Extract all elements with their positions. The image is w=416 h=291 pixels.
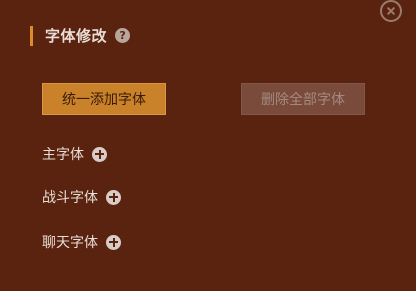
title-accent-bar [30, 25, 33, 46]
font-row-main: 主字体 [42, 144, 107, 164]
plus-circle-icon[interactable] [92, 146, 107, 162]
panel-header: 字体修改 ? [30, 25, 131, 46]
font-settings-panel: 字体修改 ? 统一添加字体 删除全部字体 主字体 战斗字体 聊天字体 [0, 0, 416, 291]
delete-all-fonts-button[interactable]: 删除全部字体 [241, 83, 365, 115]
font-row-label: 聊天字体 [42, 235, 98, 251]
font-row-label: 主字体 [42, 147, 84, 163]
font-row-chat: 聊天字体 [42, 232, 121, 252]
close-icon[interactable] [380, 0, 402, 22]
font-row-label: 战斗字体 [42, 190, 98, 206]
page-title: 字体修改 [45, 27, 108, 45]
add-all-fonts-button[interactable]: 统一添加字体 [42, 83, 166, 115]
plus-circle-icon[interactable] [106, 189, 121, 205]
font-row-battle: 战斗字体 [42, 187, 121, 207]
plus-circle-icon[interactable] [106, 234, 121, 250]
help-icon[interactable]: ? [115, 28, 131, 43]
